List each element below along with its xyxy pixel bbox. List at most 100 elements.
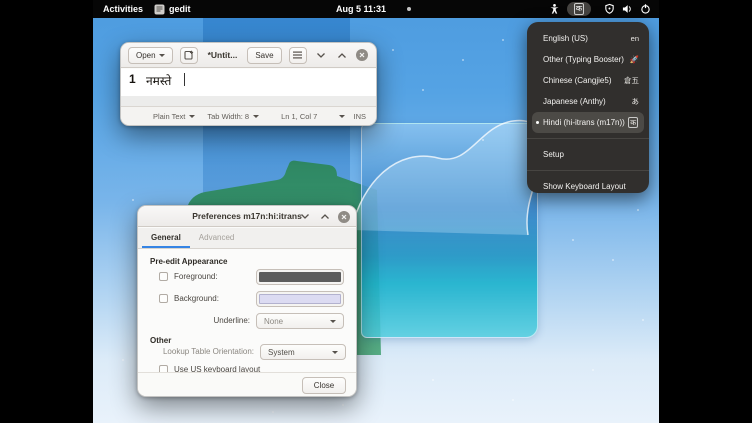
gedit-window-title: *Untit... [208,50,238,60]
shield-icon[interactable] [604,3,615,15]
menu-item-label: Japanese (Anthy) [543,97,606,106]
focused-app-label: gedit [169,4,191,14]
cursor-position-indicator[interactable]: Ln 1, Col 7 [281,112,317,121]
background-row: Background: [159,294,219,303]
file-type-dropdown[interactable]: Plain Text [153,112,195,121]
lookup-value: System [268,348,332,357]
screen: Activities gedit Aug 5 11:31 [0,0,752,423]
menu-item-japanese[interactable]: Japanese (Anthy) あ [527,91,649,112]
menu-item-badge: en [627,34,639,43]
menu-separator [527,170,649,171]
menu-item-label: Other (Typing Booster) [543,55,624,64]
gedit-statusbar: Plain Text Tab Width: 8 Ln 1, Col 7 INS [121,106,376,125]
menu-item-label: Show Keyboard Layout [543,182,626,191]
notification-dot [407,7,411,11]
gedit-icon [154,4,165,15]
activities-button[interactable]: Activities [103,0,143,18]
new-document-button[interactable] [180,47,198,64]
chevron-down-icon [332,351,338,354]
focused-app-menu[interactable]: gedit [154,0,191,18]
close-icon [359,52,365,58]
menu-item-label: Setup [543,150,564,159]
lookup-orientation-dropdown[interactable]: System [260,344,346,360]
background-color-swatch [259,294,341,304]
prefs-minimize-button[interactable] [298,210,312,224]
menu-separator [527,138,649,139]
menu-item-label: Chinese (Cangjie5) [543,76,611,85]
preferences-action-area: Close [138,372,356,396]
gedit-maximize-button[interactable] [335,48,349,62]
close-icon [341,214,347,220]
preferences-headerbar: Preferences m17n:hi:itrans [138,206,356,227]
activities-label: Activities [103,4,143,14]
selected-indicator [536,121,539,124]
close-button-label: Close [314,381,334,390]
preferences-window-title: Preferences m17n:hi:itrans [192,211,302,221]
background-color-button[interactable] [256,291,344,307]
close-button[interactable]: Close [302,377,346,394]
chevron-down-icon [330,320,336,323]
background-checkbox[interactable] [159,294,168,303]
menu-item-show-keyboard-layout[interactable]: Show Keyboard Layout [527,176,649,197]
menu-item-badge: 倉五 [620,75,639,86]
background-label: Background: [174,294,219,303]
tab-advanced[interactable]: Advanced [190,227,244,248]
preedit-section-header: Pre-edit Appearance [150,257,228,266]
menu-item-hindi[interactable]: Hindi (hi-itrans (m17n)) क [532,112,644,133]
volume-icon[interactable] [622,3,633,15]
text-editor-area[interactable]: 1 नमस्ते [121,69,376,108]
file-type-label: Plain Text [153,112,185,121]
menu-item-label: Hindi (hi-itrans (m17n)) [543,118,625,127]
power-icon[interactable] [640,3,651,15]
underline-row: Underline: [158,316,250,325]
underline-label: Underline: [214,316,250,325]
menu-item-badge: क [628,117,638,128]
chevron-up-icon [321,214,329,219]
menu-item-english[interactable]: English (US) en [527,28,649,49]
gedit-headerbar: Open *Untit... Save [121,43,376,68]
chevron-down-icon[interactable] [339,115,345,118]
underline-dropdown[interactable]: None [256,313,344,329]
foreground-color-button[interactable] [256,269,344,285]
preferences-body: Pre-edit Appearance Foreground: Backgrou… [138,250,356,374]
tab-general[interactable]: General [142,227,190,248]
menu-item-typing-booster[interactable]: Other (Typing Booster) 🚀 [527,49,649,70]
preferences-window-controls [298,206,350,227]
new-document-icon [184,50,194,60]
prefs-maximize-button[interactable] [318,210,332,224]
line-number: 1 [129,72,136,86]
tab-width-label: Tab Width: 8 [207,112,249,121]
hamburger-menu-button[interactable] [289,47,307,64]
editor-text: नमस्ते [146,72,171,89]
system-status-area: क [549,0,651,18]
gedit-minimize-button[interactable] [314,48,328,62]
lookup-label: Lookup Table Orientation: [163,347,254,356]
chevron-down-icon [317,53,325,58]
open-button[interactable]: Open [128,47,173,64]
keyboard-indicator-button[interactable]: क [567,2,591,16]
foreground-color-swatch [259,272,341,282]
menu-item-label: English (US) [543,34,588,43]
input-method-menu: English (US) en Other (Typing Booster) 🚀… [527,22,649,193]
save-button-label: Save [255,51,273,60]
clock-button[interactable]: Aug 5 11:31 [336,0,386,18]
accessibility-icon[interactable] [549,3,560,15]
input-mode-label: INS [353,112,366,121]
gedit-close-button[interactable] [356,49,368,61]
text-caret [184,73,185,86]
lookup-row: Lookup Table Orientation: [158,347,254,356]
tab-advanced-label: Advanced [199,233,235,242]
chevron-down-icon [253,115,259,118]
menu-item-chinese[interactable]: Chinese (Cangjie5) 倉五 [527,70,649,91]
prefs-close-button[interactable] [338,211,350,223]
clock-label: Aug 5 11:31 [336,4,386,14]
chevron-down-icon [189,115,195,118]
preferences-window: Preferences m17n:hi:itrans [137,205,357,397]
save-button[interactable]: Save [247,47,281,64]
foreground-checkbox[interactable] [159,272,168,281]
desktop: Activities gedit Aug 5 11:31 [93,0,659,423]
tab-width-dropdown[interactable]: Tab Width: 8 [207,112,259,121]
cursor-position-label: Ln 1, Col 7 [281,112,317,121]
foreground-row: Foreground: [159,272,218,281]
menu-item-setup[interactable]: Setup [527,144,649,165]
